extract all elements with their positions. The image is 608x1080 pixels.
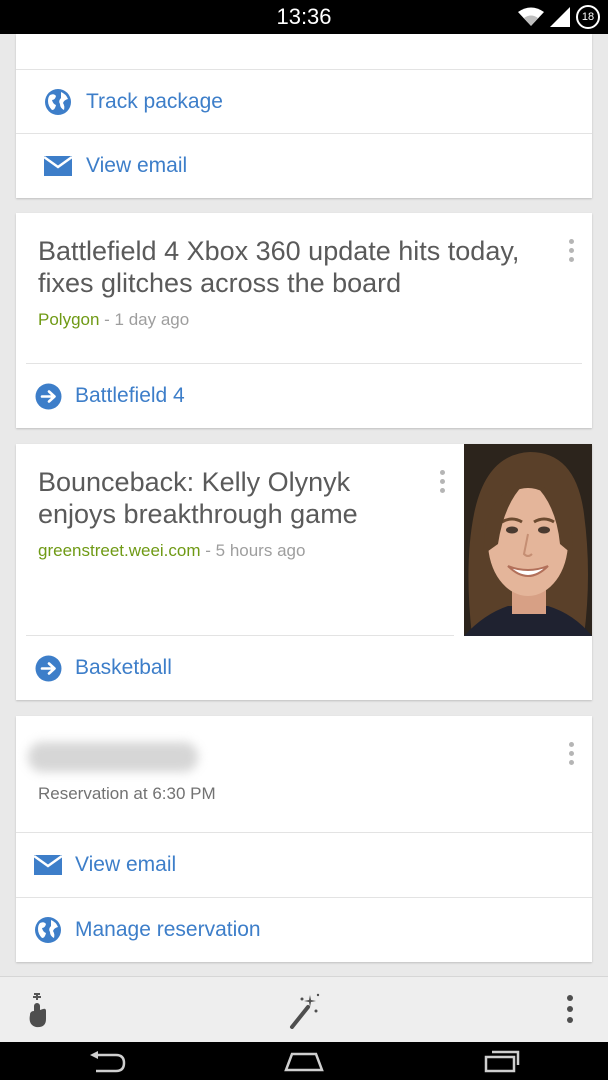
globe-icon (34, 916, 62, 944)
card-overflow-menu[interactable] (561, 235, 581, 265)
news-meta: greenstreet.weei.com - 5 hours ago (38, 541, 305, 561)
manage-reservation-button[interactable]: Manage reservation (16, 898, 592, 962)
status-bar: 13:36 18 (0, 0, 608, 34)
remind-gesture-icon[interactable] (24, 991, 52, 1034)
player-photo[interactable] (464, 444, 592, 636)
view-email-button[interactable]: View email (16, 833, 592, 897)
meta-separator: - (99, 310, 115, 329)
battery-level: 18 (581, 11, 595, 23)
envelope-icon (44, 156, 72, 176)
action-label: Manage reservation (75, 918, 261, 941)
package-card: Track package View email (16, 34, 592, 198)
news-headline[interactable]: Bounceback: Kelly Olynyk enjoys breakthr… (38, 466, 408, 530)
recents-icon[interactable] (484, 1049, 520, 1078)
card-overflow-menu[interactable] (432, 466, 452, 496)
topic-label: Basketball (75, 656, 172, 679)
globe-icon (44, 88, 72, 116)
track-package-button[interactable]: Track package (16, 70, 592, 134)
reservation-card[interactable]: Reservation at 6:30 PM View email Manage… (16, 716, 592, 962)
arrow-circle-icon (35, 383, 62, 410)
redacted-name (28, 742, 198, 772)
arrow-circle-icon (35, 655, 62, 682)
topic-label: Battlefield 4 (75, 384, 185, 407)
news-source[interactable]: greenstreet.weei.com (38, 541, 201, 560)
navigation-bar (0, 1042, 608, 1080)
status-time: 13:36 (276, 4, 332, 29)
action-label: Track package (86, 90, 223, 113)
signal-icon (550, 7, 570, 27)
home-icon[interactable] (284, 1050, 324, 1077)
bottom-toolbar (0, 976, 608, 1042)
overflow-menu-icon[interactable] (560, 995, 580, 1023)
action-label: View email (86, 154, 188, 177)
topic-battlefield-button[interactable]: Battlefield 4 (16, 364, 592, 428)
envelope-icon (34, 855, 62, 875)
meta-separator: - (200, 541, 216, 560)
battery-icon: 18 (576, 5, 600, 29)
news-source[interactable]: Polygon (38, 310, 99, 329)
news-time: 5 hours ago (215, 541, 306, 560)
news-card-battlefield[interactable]: Battlefield 4 Xbox 360 update hits today… (16, 213, 592, 428)
news-time: 1 day ago (114, 310, 190, 329)
topic-basketball-button[interactable]: Basketball (16, 636, 592, 700)
wifi-icon (518, 7, 544, 26)
back-icon[interactable] (88, 1051, 126, 1078)
news-card-olynyk[interactable]: Bounceback: Kelly Olynyk enjoys breakthr… (16, 444, 592, 700)
view-email-button[interactable]: View email (16, 134, 592, 198)
reservation-time: Reservation at 6:30 PM (38, 784, 216, 803)
card-overflow-menu[interactable] (561, 738, 581, 768)
status-icons: 18 (518, 5, 600, 29)
news-headline[interactable]: Battlefield 4 Xbox 360 update hits today… (38, 235, 538, 299)
news-meta: Polygon - 1 day ago (38, 310, 189, 330)
magic-wand-icon[interactable] (288, 993, 320, 1034)
action-label: View email (75, 853, 177, 876)
